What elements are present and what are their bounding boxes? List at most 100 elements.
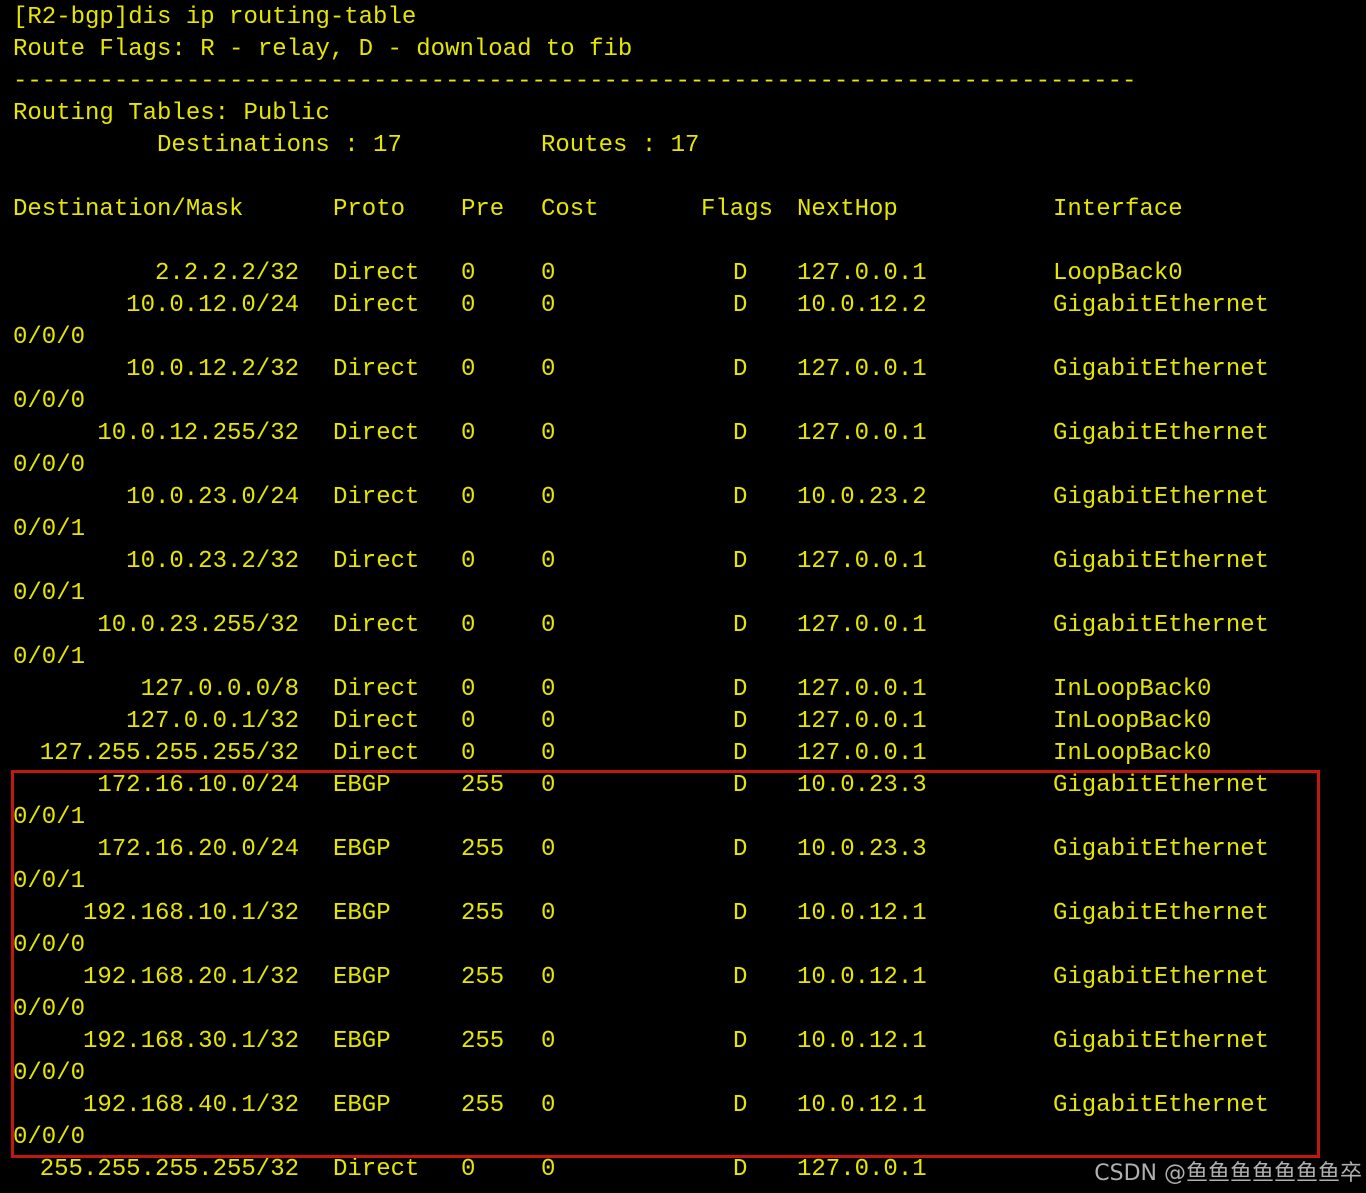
table-row-continuation: 0/0/0 [0,450,1366,482]
route-pre: 0 [461,292,476,319]
route-proto: Direct [333,1156,420,1183]
route-cost: 0 [541,1156,556,1183]
route-pre: 0 [461,676,476,703]
route-cost: 0 [541,708,556,735]
route-nexthop: 127.0.0.1 [797,420,927,447]
route-flags: D [733,740,748,767]
table-row: 127.255.255.255/32 Direct 0 0 D 127.0.0.1 InLo… [0,738,1366,770]
route-nexthop: 10.0.12.1 [797,964,927,991]
route-proto: Direct [333,676,420,703]
table-row-continuation: 0/0/1 [0,802,1366,834]
csdn-watermark: CSDN @鱼鱼鱼鱼鱼鱼鱼卒 [1094,1161,1362,1186]
table-row: 127.0.0.0/8 Direct 0 0 D 127.0.0.1 InLoopBack0 [0,674,1366,706]
table-row: 10.0.12.2/32 Direct 0 0 D 127.0.0.1 GigabitEth… [0,354,1366,386]
route-interface: InLoopBack0 [1053,740,1212,767]
route-flags: D [733,1028,748,1055]
table-row: 10.0.23.2/32 Direct 0 0 D 127.0.0.1 GigabitEth… [0,546,1366,578]
route-flags: D [733,420,748,447]
route-proto: Direct [333,420,420,447]
route-proto: Direct [333,612,420,639]
table-row: 10.0.12.0/24 Direct 0 0 D 10.0.12.2 GigabitEth… [0,290,1366,322]
route-flags: D [733,964,748,991]
route-destination: 172.16.20.0/24 [97,836,299,863]
table-row: 10.0.23.255/32 Direct 0 0 D 127.0.0.1 GigabitE… [0,610,1366,642]
route-flags: D [733,1156,748,1183]
route-proto: Direct [333,484,420,511]
route-interface-number: 0/0/1 [13,516,86,543]
table-row-continuation: 0/0/1 [0,578,1366,610]
table-row: 127.0.0.1/32 Direct 0 0 D 127.0.0.1 InLoopBack… [0,706,1366,738]
route-nexthop: 10.0.12.2 [797,292,927,319]
route-cost: 0 [541,612,556,639]
route-cost: 0 [541,292,556,319]
table-row: 172.16.20.0/24 EBGP 255 0 D 10.0.23.3 GigabitE… [0,834,1366,866]
route-nexthop: 127.0.0.1 [797,260,927,287]
route-pre: 255 [461,1028,505,1055]
route-nexthop: 10.0.12.1 [797,900,927,927]
route-proto: EBGP [333,836,391,863]
table-row-continuation: 0/0/1 [0,642,1366,674]
route-nexthop: 127.0.0.1 [797,548,927,575]
route-nexthop: 10.0.23.3 [797,772,927,799]
column-header-proto: Proto [333,196,406,223]
routes-count: Routes : 17 [541,132,700,159]
column-header-cost: Cost [541,196,599,223]
route-interface: GigabitEthernet [1053,1028,1270,1055]
route-proto: Direct [333,708,420,735]
column-header-nexthop: NextHop [797,196,898,223]
route-pre: 255 [461,964,505,991]
route-interface-number: 0/0/0 [13,388,86,415]
route-pre: 0 [461,356,476,383]
route-interface-number: 0/0/1 [13,580,86,607]
route-cost: 0 [541,900,556,927]
route-flags: D [733,612,748,639]
route-destination: 10.0.12.255/32 [97,420,299,447]
route-pre: 0 [461,420,476,447]
column-header-flags: Flags [701,196,774,223]
table-row-continuation: 0/0/0 [0,322,1366,354]
route-pre: 0 [461,484,476,511]
route-destination: 192.168.30.1/32 [82,1028,299,1055]
table-row-continuation: 0/0/0 [0,930,1366,962]
route-flags: D [733,260,748,287]
route-destination: 10.0.12.2/32 [126,356,299,383]
route-proto: EBGP [333,1028,391,1055]
route-destination: 10.0.23.0/24 [126,484,299,511]
column-header-interface: Interface [1053,196,1183,223]
column-header-row: Destination/Mask Proto Pre Cost Flags Ne… [0,194,1366,226]
route-nexthop: 127.0.0.1 [797,676,927,703]
column-header-destination: Destination/Mask [13,196,244,223]
route-interface: GigabitEthernet [1053,612,1270,639]
route-pre: 0 [461,708,476,735]
route-flags: D [733,484,748,511]
route-interface: GigabitEthernet [1053,1092,1270,1119]
route-flags: D [733,1092,748,1119]
route-destination: 2.2.2.2/32 [154,260,299,287]
route-interface: GigabitEthernet [1053,356,1270,383]
route-destination: 255.255.255.255/32 [39,1156,299,1183]
route-proto: Direct [333,260,420,287]
route-pre: 0 [461,740,476,767]
route-flags: D [733,356,748,383]
route-flags: D [733,708,748,735]
route-nexthop: 10.0.12.1 [797,1092,927,1119]
route-nexthop: 127.0.0.1 [797,356,927,383]
route-pre: 255 [461,836,505,863]
command-text: [R2-bgp]dis ip routing-table [13,4,417,31]
table-row: 2.2.2.2/32 Direct 0 0 D 127.0.0.1 LoopBack0 [0,258,1366,290]
route-destination: 127.0.0.0/8 [140,676,299,703]
separator: ----------------------------------------… [13,68,1137,95]
table-title-line: Routing Tables: Public [0,98,1366,130]
table-row-continuation: 0/0/1 [0,514,1366,546]
terminal-window: [R2-bgp]dis ip routing-table Route Flags… [0,0,1366,1193]
table-row: 192.168.30.1/32 EBGP 255 0 D 10.0.12.1 Gigabit… [0,1026,1366,1058]
route-nexthop: 127.0.0.1 [797,612,927,639]
route-proto: Direct [333,548,420,575]
route-pre: 255 [461,1092,505,1119]
flags-legend-line: Route Flags: R - relay, D - download to … [0,34,1366,66]
table-row: 192.168.20.1/32 EBGP 255 0 D 10.0.12.1 Gigabit… [0,962,1366,994]
route-destination: 10.0.23.2/32 [126,548,299,575]
route-flags: D [733,292,748,319]
route-proto: EBGP [333,1092,391,1119]
separator-line: ----------------------------------------… [0,66,1366,98]
